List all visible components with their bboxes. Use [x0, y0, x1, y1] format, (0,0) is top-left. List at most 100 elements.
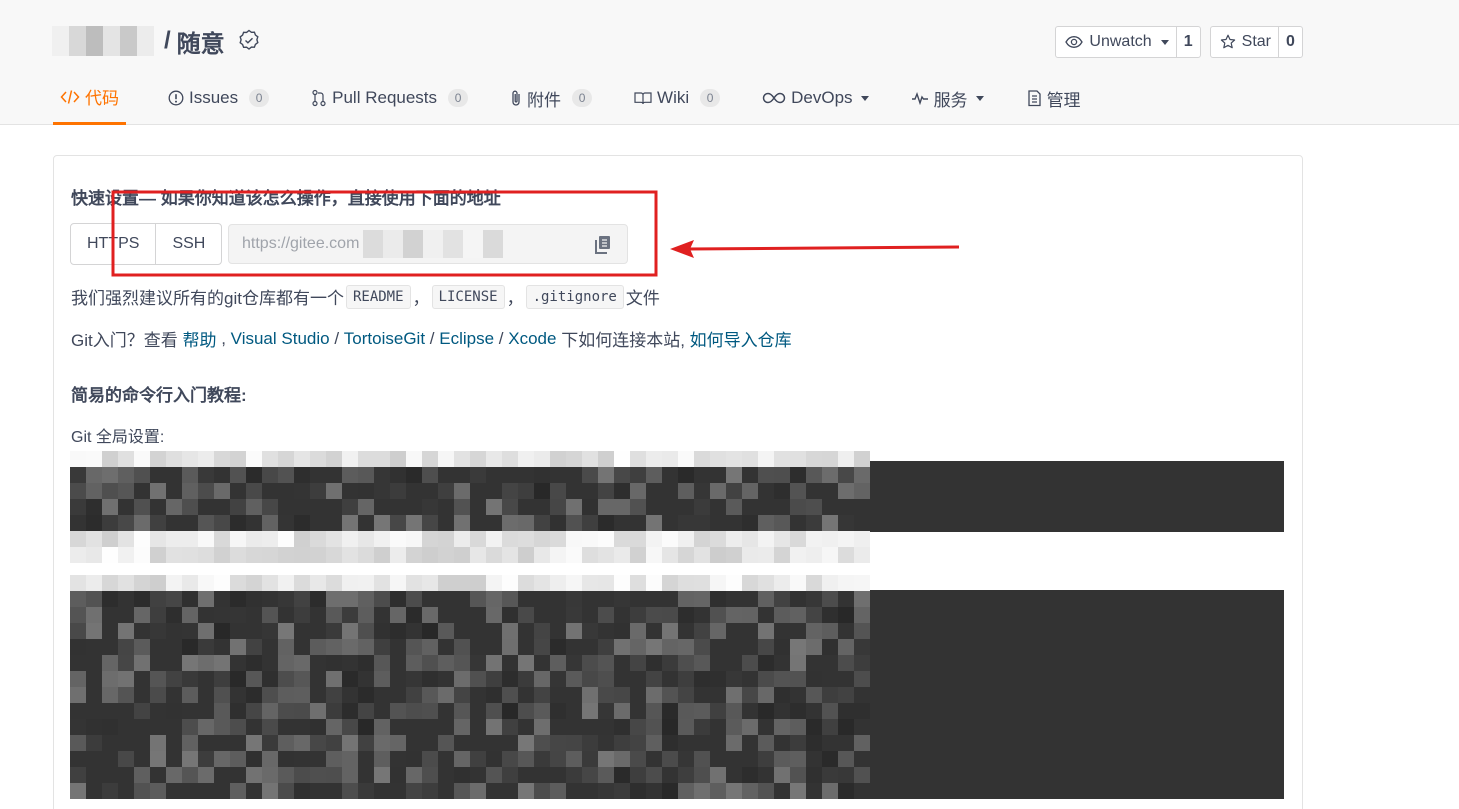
mosaic-cell — [614, 783, 630, 799]
mosaic-cell — [598, 499, 614, 515]
unwatch-button[interactable]: Unwatch — [1056, 27, 1175, 57]
mosaic-cell — [614, 655, 630, 671]
mosaic-cell — [454, 735, 470, 751]
tab-attachments[interactable]: 附件 0 — [510, 76, 593, 120]
mosaic-cell — [518, 531, 534, 547]
mosaic-cell — [390, 623, 406, 639]
visual-studio-link[interactable]: Visual Studio — [231, 329, 330, 349]
mosaic-cell — [758, 671, 774, 687]
mosaic-cell — [166, 547, 182, 563]
mosaic-cell — [278, 499, 294, 515]
repo-name[interactable]: 随意 — [177, 24, 225, 59]
tortoisegit-link[interactable]: TortoiseGit — [344, 329, 425, 349]
mosaic-cell — [678, 575, 694, 591]
mosaic-cell — [102, 719, 118, 735]
owner-name-redacted[interactable] — [52, 26, 154, 56]
mosaic-cell — [518, 451, 534, 467]
mosaic-cell — [598, 687, 614, 703]
mosaic-cell — [742, 547, 758, 563]
mosaic-cell — [230, 735, 246, 751]
mosaic-cell — [774, 575, 790, 591]
mosaic-cell — [742, 639, 758, 655]
mosaic-cell — [246, 467, 262, 483]
eclipse-link[interactable]: Eclipse — [439, 329, 494, 349]
mosaic-cell — [70, 687, 86, 703]
copy-icon[interactable] — [594, 235, 612, 255]
mosaic-cell — [326, 467, 342, 483]
tab-issues[interactable]: Issues 0 — [168, 76, 270, 120]
mosaic-cell — [726, 451, 742, 467]
mosaic-cell — [374, 515, 390, 531]
mosaic-cell — [822, 467, 838, 483]
tab-devops[interactable]: DevOps — [762, 76, 869, 120]
mosaic-cell — [150, 655, 166, 671]
mosaic-cell — [278, 751, 294, 767]
mosaic-cell — [118, 531, 134, 547]
mosaic-cell — [518, 639, 534, 655]
mosaic-cell — [678, 591, 694, 607]
xcode-link[interactable]: Xcode — [508, 329, 556, 349]
star-count[interactable]: 0 — [1278, 27, 1302, 57]
mosaic-cell — [198, 655, 214, 671]
mosaic-cell — [230, 575, 246, 591]
clone-url-field[interactable]: https://gitee.com — [228, 224, 628, 264]
tab-wiki[interactable]: Wiki 0 — [634, 76, 721, 120]
mosaic-cell — [358, 575, 374, 591]
clone-url-redacted — [363, 230, 504, 258]
mosaic-cell — [838, 607, 854, 623]
mosaic-cell — [630, 687, 646, 703]
mosaic-cell — [486, 499, 502, 515]
mosaic-cell — [422, 687, 438, 703]
mosaic-cell — [310, 735, 326, 751]
mosaic-cell — [774, 671, 790, 687]
mosaic-cell — [742, 467, 758, 483]
mosaic-cell — [406, 687, 422, 703]
mosaic-cell — [598, 483, 614, 499]
protocol-ssh-button[interactable]: SSH — [155, 224, 221, 264]
mosaic-cell — [822, 607, 838, 623]
mosaic-cell — [214, 591, 230, 607]
mosaic-cell — [854, 767, 870, 783]
tab-manage[interactable]: 管理 — [1026, 76, 1081, 120]
mosaic-cell — [246, 547, 262, 563]
mosaic-cell — [566, 687, 582, 703]
star-button[interactable]: Star — [1211, 27, 1278, 57]
mosaic-cell — [582, 575, 598, 591]
mosaic-cell — [470, 467, 486, 483]
mosaic-cell — [150, 483, 166, 499]
mosaic-cell — [598, 671, 614, 687]
mosaic-cell — [118, 575, 134, 591]
mosaic-cell — [422, 499, 438, 515]
mosaic-cell — [486, 575, 502, 591]
mosaic-cell — [70, 655, 86, 671]
mosaic-cell — [214, 687, 230, 703]
tab-code[interactable]: 代码 — [53, 76, 126, 125]
protocol-https-button[interactable]: HTTPS — [71, 224, 155, 264]
mosaic-cell — [422, 655, 438, 671]
watch-count[interactable]: 1 — [1175, 27, 1200, 57]
award-badge-icon[interactable] — [237, 29, 261, 53]
mosaic-cell — [662, 751, 678, 767]
mosaic-cell — [614, 719, 630, 735]
mosaic-cell — [566, 575, 582, 591]
mosaic-cell — [774, 515, 790, 531]
mosaic-cell — [198, 575, 214, 591]
mosaic-cell — [502, 591, 518, 607]
mosaic-cell — [822, 735, 838, 751]
mosaic-cell — [694, 655, 710, 671]
mosaic-cell — [822, 483, 838, 499]
mosaic-cell — [278, 783, 294, 799]
import-repo-link[interactable]: 如何导入仓库 — [690, 326, 792, 351]
mosaic-cell — [454, 515, 470, 531]
mosaic-cell — [230, 623, 246, 639]
mosaic-cell — [742, 783, 758, 799]
mosaic-cell — [582, 703, 598, 719]
mosaic-cell — [486, 547, 502, 563]
mosaic-cell — [694, 703, 710, 719]
tab-pull-requests[interactable]: Pull Requests 0 — [311, 76, 469, 120]
help-link[interactable]: 帮助 — [182, 326, 216, 351]
mosaic-cell — [134, 719, 150, 735]
mosaic-cell — [86, 607, 102, 623]
mosaic-cell — [134, 623, 150, 639]
tab-services[interactable]: 服务 — [911, 76, 984, 120]
